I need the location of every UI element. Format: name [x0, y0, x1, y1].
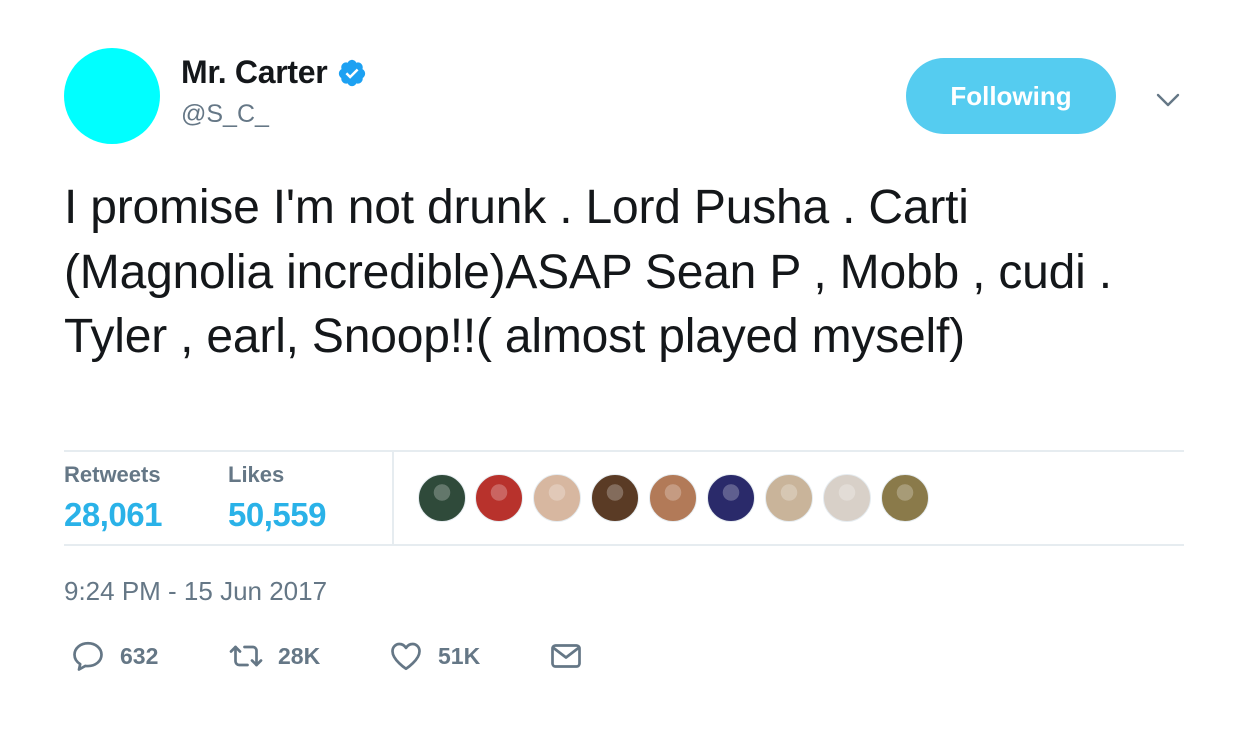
liker-avatar[interactable] — [823, 474, 871, 522]
heart-icon — [391, 642, 421, 671]
retweets-label: Retweets — [64, 462, 161, 487]
divider — [64, 544, 1184, 546]
profile-avatar[interactable] — [64, 48, 160, 144]
retweet-button[interactable]: 28K — [228, 638, 320, 674]
user-display-name[interactable]: Mr. Carter — [181, 54, 328, 91]
like-count: 51K — [438, 642, 481, 669]
tweet-timestamp[interactable]: 9:24 PM - 15 Jun 2017 — [64, 576, 327, 607]
verified-badge-icon — [339, 59, 366, 86]
divider — [64, 450, 1184, 452]
retweets-count: 28,061 — [64, 496, 162, 533]
stats-separator — [392, 452, 394, 544]
likes-label: Likes — [228, 462, 285, 487]
liker-avatar[interactable] — [707, 474, 755, 522]
likes-stat[interactable]: Likes 50,559 — [228, 462, 326, 534]
envelope-icon — [551, 644, 581, 668]
liker-avatar[interactable] — [475, 474, 523, 522]
direct-message-button[interactable] — [548, 638, 584, 674]
liker-avatar[interactable] — [533, 474, 581, 522]
retweet-icon — [229, 645, 263, 667]
user-handle[interactable]: @S_C_ — [181, 100, 269, 129]
following-button[interactable]: Following — [906, 58, 1116, 134]
user-name-row: Mr. Carter — [181, 54, 367, 91]
chevron-down-icon[interactable] — [1152, 84, 1184, 116]
liker-avatar[interactable] — [591, 474, 639, 522]
reply-icon — [73, 641, 103, 671]
liker-avatar[interactable] — [649, 474, 697, 522]
liker-avatar[interactable] — [765, 474, 813, 522]
like-button[interactable]: 51K — [388, 638, 480, 674]
tweet-text: I promise I'm not drunk . Lord Pusha . C… — [64, 181, 1112, 363]
reply-count: 632 — [120, 642, 159, 669]
retweet-count: 28K — [278, 642, 321, 669]
liker-avatar[interactable] — [881, 474, 929, 522]
likes-count: 50,559 — [228, 496, 326, 533]
reply-button[interactable]: 632 — [70, 638, 158, 674]
retweets-stat[interactable]: Retweets 28,061 — [64, 462, 162, 534]
liker-avatar[interactable] — [418, 474, 466, 522]
